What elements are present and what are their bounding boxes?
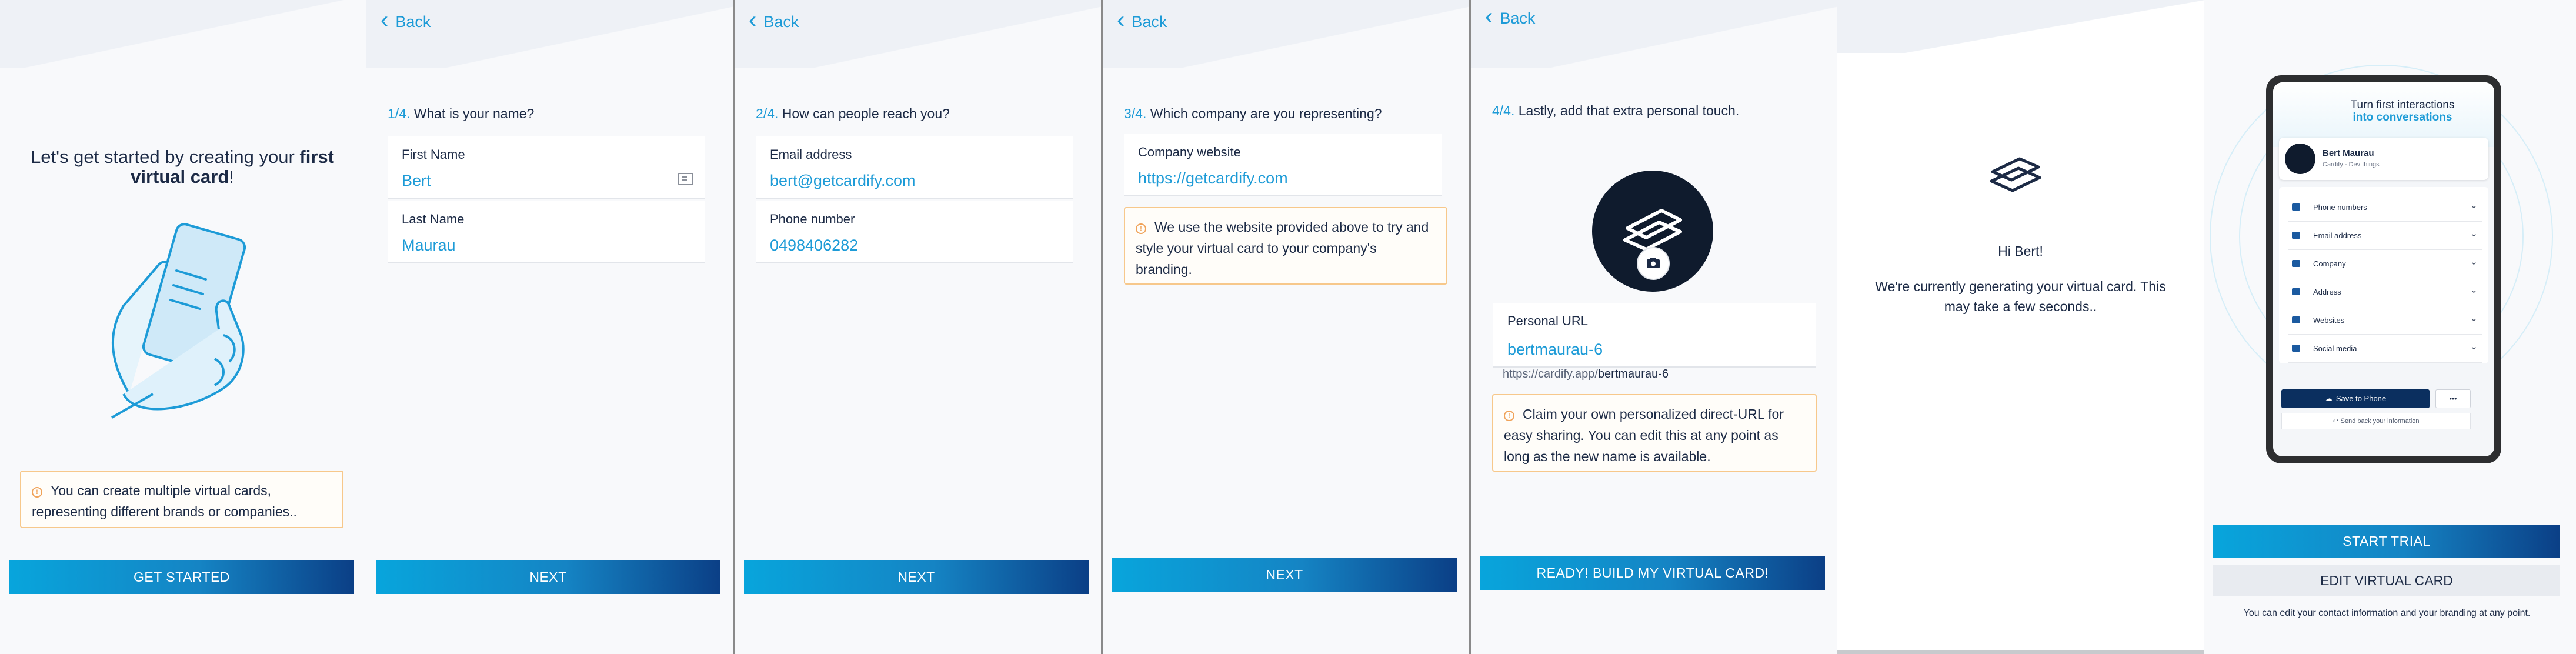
camera-icon	[1647, 258, 1660, 268]
info-notice: ! We use the website provided above to tr…	[1124, 207, 1447, 285]
hand-holding-phone-illustration	[111, 223, 246, 419]
website-value[interactable]: https://getcardify.com	[1138, 169, 1288, 188]
header-band	[1837, 0, 2204, 53]
chevron-down-icon: ⌄	[2470, 257, 2478, 267]
step-title: 2/4. How can people reach you?	[756, 106, 950, 121]
screen-company: ‹ Back 3/4. Which company are you represe…	[1103, 0, 1469, 654]
chevron-down-icon: ⌄	[2470, 229, 2478, 239]
link-icon	[2292, 345, 2300, 352]
next-button[interactable]: NEXT	[1112, 558, 1457, 592]
screen-personal: ‹ Back 4/4. Lastly, add that extra person…	[1471, 0, 1837, 654]
save-to-phone-button[interactable]: ☁ Save to Phone	[2281, 389, 2430, 408]
row-company[interactable]: Company ⌄	[2288, 251, 2482, 278]
step-title: 1/4. What is your name?	[388, 106, 535, 121]
card-name: Bert Maurau	[2323, 148, 2374, 158]
greeting-text: Hi Bert!	[1998, 243, 2043, 259]
website-field[interactable]: Company website https://getcardify.com	[1124, 134, 1442, 196]
header-band	[366, 0, 733, 68]
info-icon: !	[1136, 223, 1146, 234]
chevron-down-icon: ⌄	[2470, 285, 2478, 295]
row-address[interactable]: Address ⌄	[2288, 279, 2482, 306]
row-phone-numbers[interactable]: Phone numbers ⌄	[2288, 194, 2482, 222]
chevron-left-icon: ‹	[381, 7, 389, 33]
row-email-address[interactable]: Email address ⌄	[2288, 222, 2482, 250]
chevron-down-icon: ⌄	[2470, 342, 2478, 352]
back-button[interactable]: ‹ Back	[381, 8, 431, 32]
info-notice: ! You can create multiple virtual cards, …	[20, 471, 343, 528]
info-icon: !	[1504, 411, 1514, 421]
screen-welcome: Let's get started by creating your first…	[0, 0, 366, 654]
header-band	[0, 0, 366, 68]
row-social-media[interactable]: Social media ⌄	[2288, 335, 2482, 363]
email-label: Email address	[770, 147, 852, 162]
personal-url-value[interactable]: bertmaurau-6	[1507, 341, 1603, 359]
info-icon: !	[32, 487, 42, 498]
last-name-field[interactable]: Last Name Maurau	[388, 201, 705, 263]
welcome-heading: Let's get started by creating your first…	[31, 146, 334, 187]
laptop-icon	[2292, 260, 2300, 267]
last-name-value[interactable]: Maurau	[402, 236, 456, 255]
edit-virtual-card-button[interactable]: EDIT VIRTUAL CARD	[2213, 565, 2560, 596]
get-started-button[interactable]: GET STARTED	[9, 560, 354, 594]
globe-icon	[2292, 316, 2300, 323]
phone-field[interactable]: Phone number 0498406282	[756, 201, 1073, 263]
bottom-rule	[1837, 650, 2204, 654]
reply-icon: ↩	[2333, 418, 2338, 425]
phone-icon	[2292, 203, 2300, 211]
email-value[interactable]: bert@getcardify.com	[770, 172, 916, 190]
cloud-download-icon: ☁	[2324, 394, 2333, 403]
mail-icon	[2292, 232, 2300, 239]
screen-contact: ‹ Back 2/4. How can people reach you? Ema…	[735, 0, 1101, 654]
last-name-label: Last Name	[402, 212, 465, 226]
website-label: Company website	[1138, 145, 1241, 159]
edit-hint: You can edit your contact information an…	[2243, 608, 2531, 618]
avatar	[2285, 144, 2315, 174]
pin-icon	[2292, 288, 2300, 295]
build-card-button[interactable]: READY! BUILD MY VIRTUAL CARD!	[1480, 556, 1825, 590]
header-band	[1103, 0, 1469, 68]
banner-headline: Turn first interactions into conversatio…	[2350, 99, 2455, 124]
cardify-logo-icon	[1990, 157, 2041, 192]
chevron-left-icon: ‹	[1117, 7, 1125, 33]
personal-url-field[interactable]: Personal URL bertmaurau-6	[1493, 303, 1816, 368]
phone-value[interactable]: 0498406282	[770, 236, 858, 255]
send-back-button[interactable]: ↩ Send back your information	[2281, 413, 2471, 429]
next-button[interactable]: NEXT	[376, 560, 720, 594]
back-button[interactable]: ‹ Back	[1117, 8, 1167, 32]
screen-generating: Hi Bert! We're currently generating your…	[1837, 0, 2204, 654]
screen-name: ‹ Back 1/4. What is your name? First Name…	[366, 0, 733, 654]
card-header: Bert Maurau Cardify - Dev things	[2279, 138, 2488, 180]
personal-url-preview: https://cardify.app/bertmaurau-6	[1503, 368, 1669, 381]
first-name-field[interactable]: First Name Bert	[388, 136, 705, 199]
chevron-left-icon: ‹	[1485, 4, 1493, 29]
phone-preview: Turn first interactions into conversatio…	[2266, 75, 2501, 463]
screen-card-ready: Turn first interactions into conversatio…	[2204, 0, 2576, 654]
step-title: 4/4. Lastly, add that extra personal tou…	[1492, 103, 1740, 118]
step-title: 3/4. Which company are you representing?	[1124, 106, 1382, 121]
chevron-down-icon: ⌄	[2470, 313, 2478, 323]
first-name-label: First Name	[402, 147, 465, 162]
chevron-down-icon: ⌄	[2470, 201, 2478, 211]
camera-button[interactable]	[1637, 247, 1670, 280]
more-button[interactable]: •••	[2435, 389, 2471, 408]
header-band	[735, 0, 1101, 68]
contact-card-icon[interactable]	[678, 173, 693, 185]
back-button[interactable]: ‹ Back	[1485, 4, 1535, 29]
next-button[interactable]: NEXT	[744, 560, 1089, 594]
email-field[interactable]: Email address bert@getcardify.com	[756, 136, 1073, 199]
personal-url-label: Personal URL	[1507, 313, 1588, 328]
phone-label: Phone number	[770, 212, 855, 226]
card-subtitle: Cardify - Dev things	[2323, 161, 2380, 168]
phone-screen: Turn first interactions into conversatio…	[2273, 82, 2494, 456]
row-websites[interactable]: Websites ⌄	[2288, 307, 2482, 335]
info-notice: ! Claim your own personalized direct-URL …	[1492, 394, 1817, 472]
chevron-left-icon: ‹	[749, 7, 757, 33]
generating-message: We're currently generating your virtual …	[1875, 279, 2166, 314]
back-button[interactable]: ‹ Back	[749, 8, 799, 32]
start-trial-button[interactable]: START TRIAL	[2213, 525, 2560, 558]
first-name-value[interactable]: Bert	[402, 172, 431, 190]
